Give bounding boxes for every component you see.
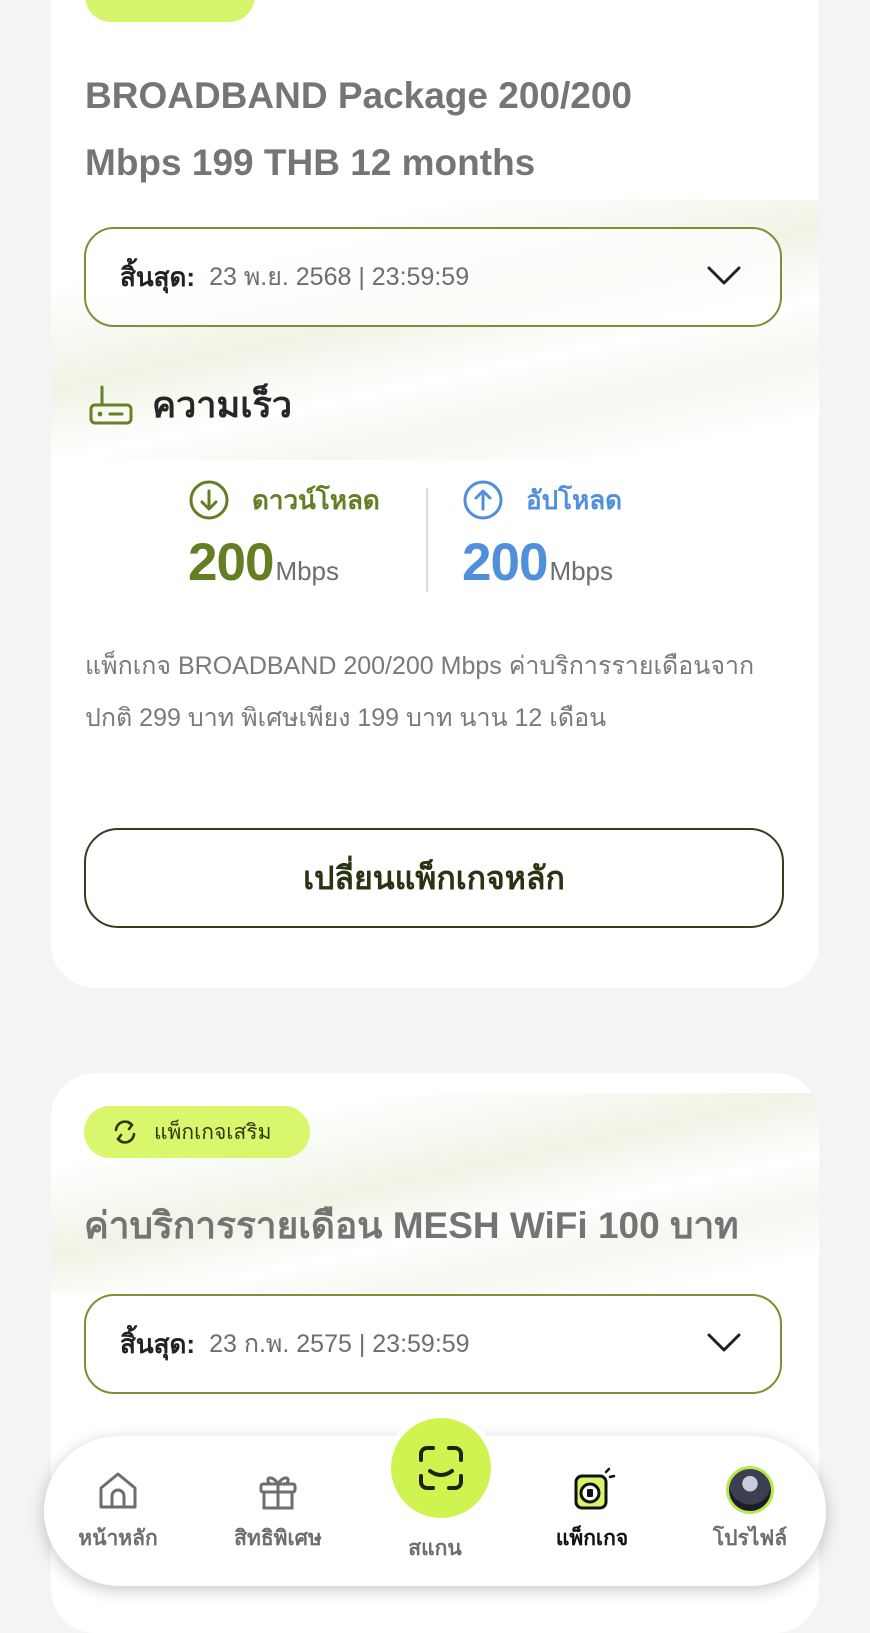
addon-expiry-dropdown[interactable]: สิ้นสุด: 23 ก.พ. 2575 | 23:59:59 — [84, 1294, 782, 1394]
change-main-package-button[interactable]: เปลี่ยนแพ็กเกจหลัก — [84, 828, 784, 928]
package-icon — [574, 1467, 616, 1510]
upload-unit: Mbps — [549, 556, 614, 586]
nav-item-scan[interactable]: สแกน — [365, 1524, 505, 1565]
expiry-label: สิ้นสุด: — [120, 1328, 196, 1359]
nav-label-profile: โปรไฟล์ — [712, 1527, 788, 1550]
router-icon — [89, 385, 133, 424]
download-value: 200 — [188, 533, 274, 592]
nav-item-packages[interactable]: แพ็กเกจ — [522, 1466, 662, 1555]
download-arrow-icon — [189, 480, 229, 520]
home-icon — [99, 1472, 137, 1509]
nav-label-packages: แพ็กเกจ — [555, 1527, 629, 1550]
addon-badge-label: แพ็กเกจเสริม — [154, 1120, 272, 1144]
refresh-icon — [114, 1120, 136, 1144]
speed-divider — [426, 488, 428, 592]
upload-label: อัปโหลด — [526, 484, 623, 515]
nav-item-privileges[interactable]: สิทธิพิเศษ — [208, 1466, 348, 1555]
avatar — [726, 1466, 774, 1514]
upload-arrow-icon — [463, 480, 503, 520]
upload-speed: อัปโหลด 200Mbps — [462, 480, 722, 593]
gift-icon — [259, 1476, 297, 1510]
addon-package-badge: แพ็กเกจเสริม — [84, 1106, 310, 1158]
expiry-dropdown[interactable]: สิ้นสุด: 23 พ.ย. 2568 | 23:59:59 — [84, 227, 782, 327]
nav-label-privileges: สิทธิพิเศษ — [234, 1527, 322, 1550]
nav-item-home[interactable]: หน้าหลัก — [48, 1466, 188, 1555]
download-label: ดาวน์โหลด — [252, 484, 380, 515]
scan-button[interactable] — [385, 1412, 497, 1524]
chevron-down-icon — [707, 266, 741, 285]
nav-item-profile[interactable]: โปรไฟล์ — [680, 1466, 820, 1555]
chevron-down-icon — [707, 1333, 741, 1352]
package-description: แพ็กเกจ BROADBAND 200/200 Mbps ค่าบริการ… — [85, 652, 755, 732]
expiry-value: 23 พ.ย. 2568 | 23:59:59 — [209, 263, 470, 291]
addon-package-title: ค่าบริการรายเดือน MESH WiFi 100 บาท — [84, 1205, 739, 1246]
speed-section-header: ความเร็ว — [88, 376, 292, 433]
download-speed: ดาวน์โหลด 200Mbps — [188, 480, 448, 593]
nav-label-scan: สแกน — [408, 1537, 462, 1560]
scan-face-icon — [419, 1446, 463, 1490]
package-title: BROADBAND Package 200/200 Mbps 199 THB 1… — [85, 75, 633, 183]
nav-label-home: หน้าหลัก — [78, 1527, 158, 1550]
upload-value: 200 — [462, 533, 548, 592]
speed-heading: ความเร็ว — [152, 384, 293, 425]
expiry-label: สิ้นสุด: — [120, 261, 196, 292]
package-type-badge — [85, 0, 255, 22]
expiry-value: 23 ก.พ. 2575 | 23:59:59 — [209, 1330, 470, 1358]
download-unit: Mbps — [275, 556, 340, 586]
